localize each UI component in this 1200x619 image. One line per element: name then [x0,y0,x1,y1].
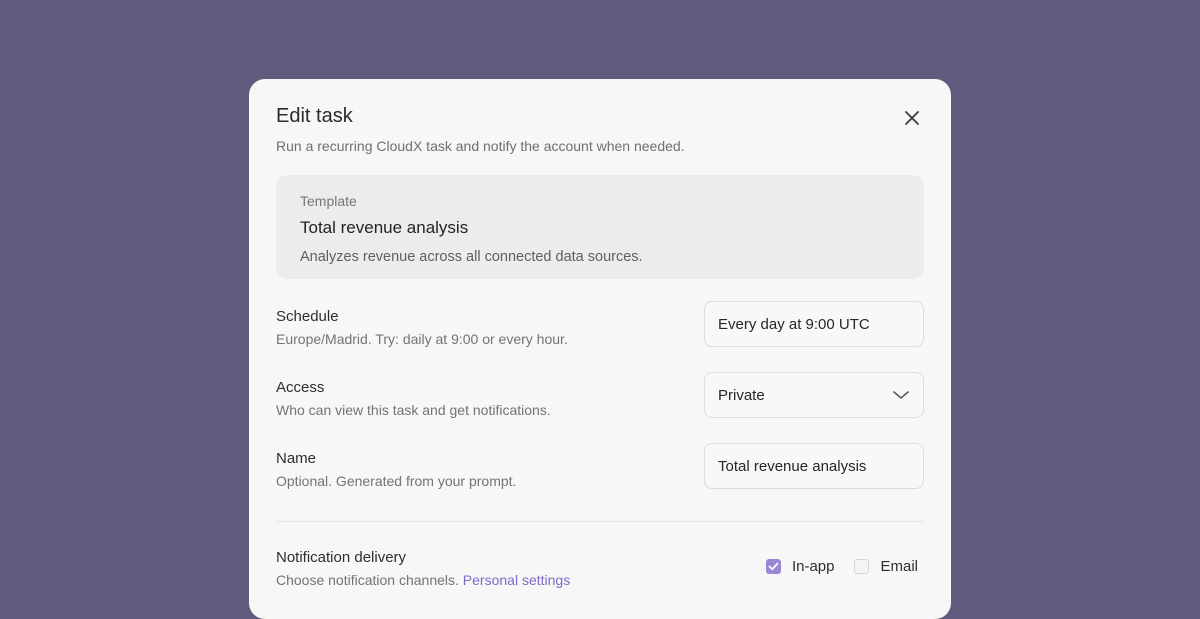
modal-title: Edit task [276,105,353,127]
notification-help-text: Choose notification channels. [276,572,459,588]
template-title: Total revenue analysis [300,218,469,237]
name-input[interactable] [704,443,924,489]
notification-label: Notification delivery [276,549,407,566]
email-checkbox[interactable] [854,559,870,574]
schedule-label: Schedule [276,308,339,325]
chevron-down-icon [893,391,909,399]
in-app-checkbox[interactable] [765,559,781,574]
name-row: Name Optional. Generated from your promp… [276,443,924,518]
template-card: Template Total revenue analysis Analyzes… [276,175,924,279]
section-divider [276,521,924,522]
template-label: Template [300,193,357,209]
access-selected-value: Private [718,386,765,404]
access-label: Access [276,379,325,396]
name-help: Optional. Generated from your prompt. [276,473,517,489]
schedule-input[interactable] [704,301,924,347]
in-app-label: In-app [791,558,835,575]
channel-email[interactable]: Email [854,558,918,575]
close-icon [905,111,919,125]
notification-help: Choose notification channels. Personal s… [276,571,570,589]
access-row: Access Who can view this task and get no… [276,372,924,447]
notification-channels: In-app Email [765,558,918,575]
schedule-row: Schedule Europe/Madrid. Try: daily at 9:… [276,301,924,376]
modal-subtitle: Run a recurring CloudX task and notify t… [276,138,685,154]
close-button[interactable] [901,107,923,129]
check-icon [768,562,779,571]
channel-in-app[interactable]: In-app [765,558,835,575]
template-description: Analyzes revenue across all connected da… [300,249,643,265]
personal-settings-link[interactable]: Personal settings [463,572,570,588]
notification-row: Notification delivery Choose notificatio… [276,546,924,589]
edit-task-modal: Edit task Run a recurring CloudX task an… [249,79,951,619]
email-label: Email [880,558,918,575]
access-help: Who can view this task and get notificat… [276,402,551,418]
access-select[interactable]: Private [704,372,924,418]
schedule-help: Europe/Madrid. Try: daily at 9:00 or eve… [276,331,568,347]
name-label: Name [276,450,317,467]
